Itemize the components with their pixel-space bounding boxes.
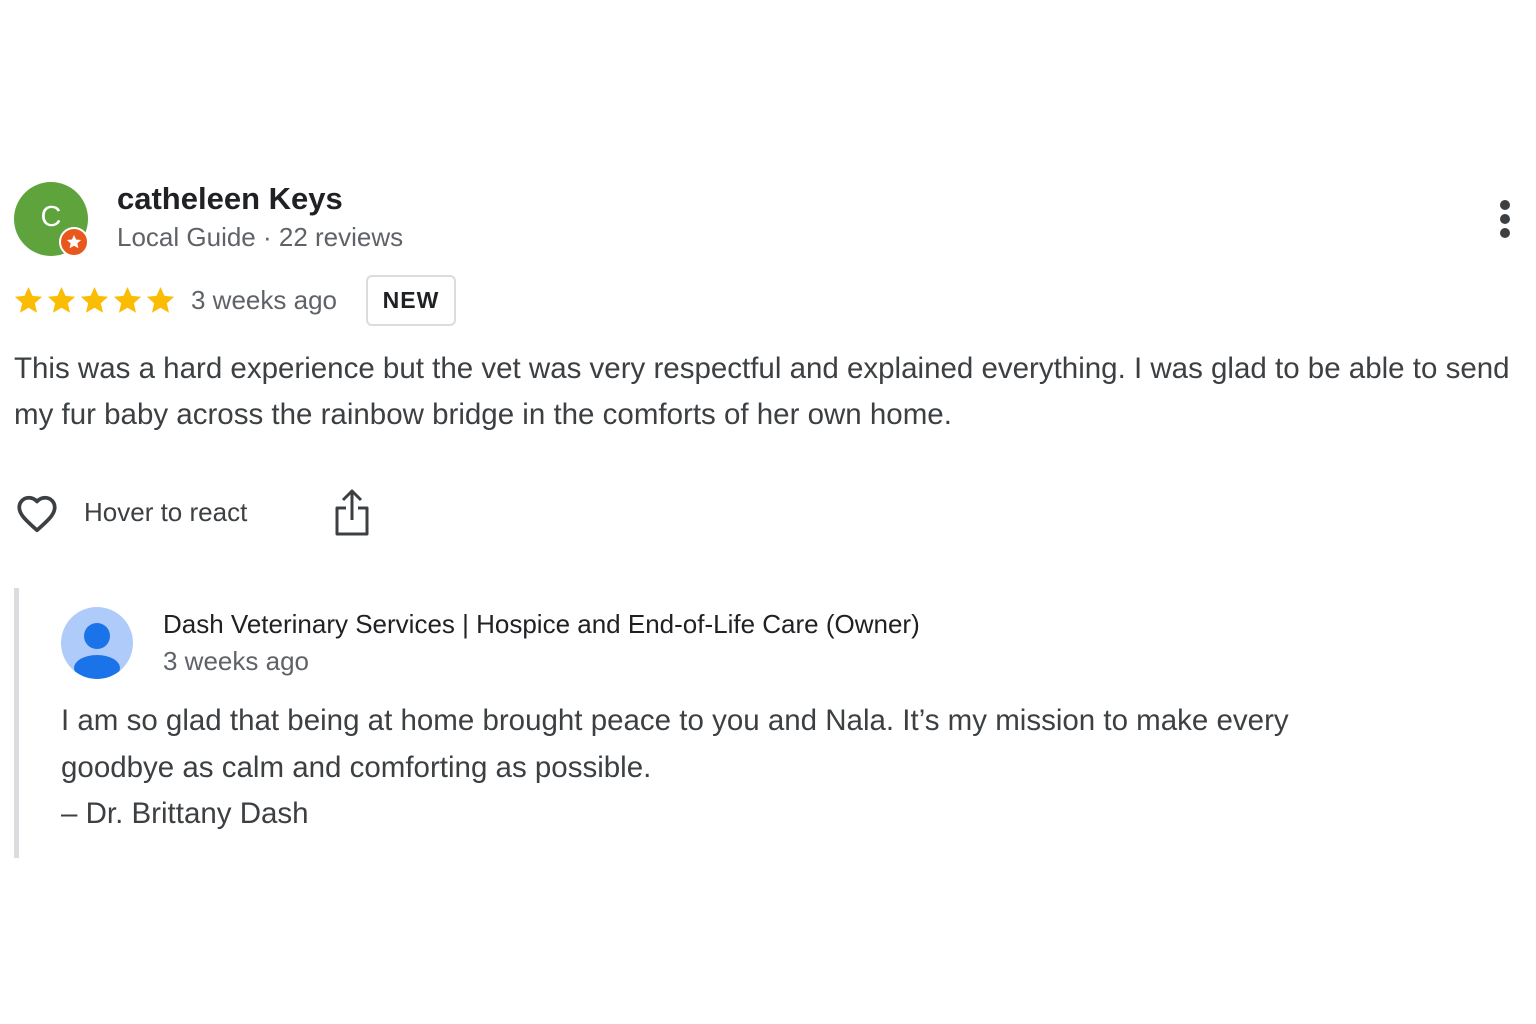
more-vert-icon — [1500, 214, 1510, 224]
review-date: 3 weeks ago — [191, 285, 337, 315]
reply-text: I am so glad that being at home brought … — [61, 698, 1481, 838]
more-vert-icon — [1500, 228, 1510, 238]
default-profile-icon — [61, 607, 133, 679]
share-button[interactable] — [328, 486, 376, 540]
more-options-button[interactable] — [1488, 196, 1522, 242]
share-icon — [335, 489, 369, 536]
reply-text-line: goodbye as calm and comforting as possib… — [61, 750, 652, 784]
local-guide-star-icon — [59, 227, 89, 257]
star-icon — [14, 287, 43, 313]
star-rating — [12, 284, 177, 318]
star-icon — [146, 287, 175, 313]
reply-signature: – Dr. Brittany Dash — [61, 797, 309, 830]
owner-reply: Dash Veterinary Services | Hospice and E… — [14, 588, 1504, 858]
reply-date: 3 weeks ago — [163, 646, 309, 676]
reviewer-name[interactable]: catheleen Keys — [117, 181, 343, 217]
star-icon — [47, 287, 76, 313]
react-label: Hover to react — [84, 497, 248, 527]
review-text: This was a hard experience but the vet w… — [14, 352, 1510, 431]
star-icon — [113, 287, 142, 313]
new-badge: NEW — [366, 275, 456, 326]
star-icon — [80, 287, 109, 313]
reply-text-line: I am so glad that being at home brought … — [61, 704, 1289, 737]
reviewer-meta: Local Guide · 22 reviews — [117, 222, 404, 252]
review-card: C catheleen Keys Local Guide · 22 review… — [0, 0, 1536, 1024]
heart-outline-icon — [17, 495, 57, 533]
owner-name: Dash Veterinary Services | Hospice and E… — [163, 609, 920, 639]
more-vert-icon — [1500, 200, 1510, 210]
react-button[interactable]: Hover to react — [12, 488, 272, 540]
